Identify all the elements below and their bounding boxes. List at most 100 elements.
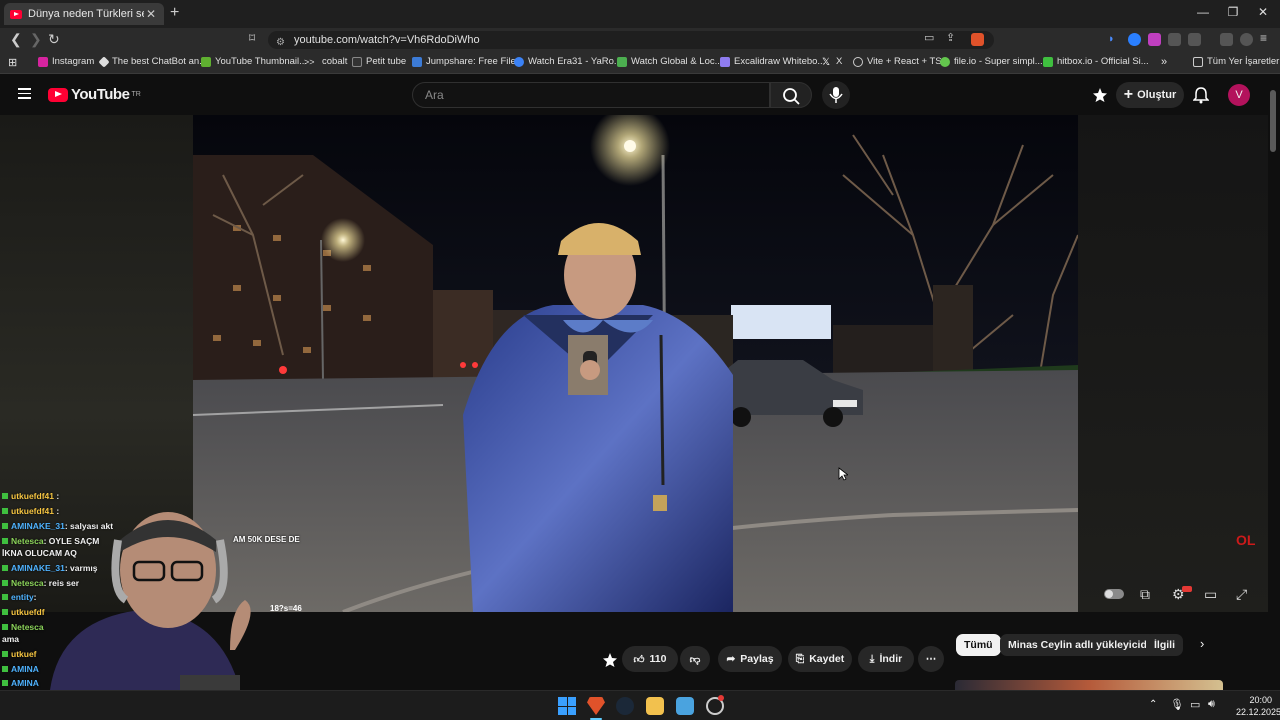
bookmark-item[interactable]: hitbox.io - Official Si... <box>1043 56 1149 67</box>
avatar[interactable]: V <box>1228 84 1250 106</box>
voice-search-button[interactable] <box>822 81 850 109</box>
restore-button[interactable]: ❐ <box>1218 5 1248 19</box>
bookmark-item[interactable]: The best ChatBot an... <box>98 55 207 68</box>
bookmark-item[interactable]: Jumpshare: Free File... <box>412 56 524 67</box>
bookmark-item[interactable]: Excalidraw Whitebo... <box>720 56 825 67</box>
wallet-icon[interactable] <box>1240 33 1253 46</box>
thumbs-up-icon: 👍︎ <box>633 653 645 666</box>
chat-message: Netesca <box>2 622 44 632</box>
extensions-puzzle-icon[interactable] <box>1168 33 1181 46</box>
dislike-button[interactable]: 👎︎ <box>680 646 710 672</box>
search-input[interactable]: Ara <box>412 82 770 108</box>
chips-next-icon[interactable]: › <box>1200 636 1204 651</box>
remote-desktop-icon[interactable] <box>676 697 694 715</box>
recording-dot <box>718 695 724 701</box>
more-dots-icon: ⋯ <box>925 653 937 665</box>
bookmark-item[interactable]: Watch Era31 - YaRo... <box>514 56 622 67</box>
microphone-icon <box>829 87 843 103</box>
windows-start-icon[interactable] <box>558 697 576 715</box>
youtube-play-logo-icon <box>48 87 68 102</box>
menu-icon[interactable]: ≡ <box>1260 31 1267 45</box>
tray-network-icon[interactable]: ▭ <box>1190 698 1200 711</box>
save-button[interactable]: ⎘ Kaydet <box>788 646 852 672</box>
extension-blue-icon[interactable] <box>1128 33 1141 46</box>
brave-browser-icon[interactable] <box>587 697 605 715</box>
share-button[interactable]: ➦ Paylaş <box>718 646 782 672</box>
share-icon[interactable]: ⇪ <box>946 31 955 44</box>
new-tab-button[interactable]: + <box>170 4 179 22</box>
fileio-icon <box>940 56 950 67</box>
brave-shield-icon[interactable] <box>971 33 984 46</box>
subtitles-icon[interactable]: ⧉ <box>1140 586 1150 603</box>
premium-icon[interactable] <box>1092 87 1108 103</box>
chat-message: İKNA OLUCAM AQ <box>2 548 77 558</box>
counter-text: 18?s=46 <box>270 604 302 613</box>
all-bookmarks[interactable]: Tüm Yer İşaretleri <box>1193 56 1280 67</box>
sidebar-icon[interactable] <box>1188 33 1201 46</box>
bookmark-item[interactable]: Watch Global & Loc... <box>617 56 723 67</box>
create-button[interactable]: + Oluştur <box>1116 82 1184 108</box>
back-icon[interactable]: ❮ <box>10 31 22 48</box>
chat-message: ama <box>2 634 20 644</box>
media-icon[interactable] <box>1220 33 1233 46</box>
tray-expand-icon[interactable]: ⌃ <box>1149 699 1157 710</box>
channel-watermark: OL <box>1236 532 1256 548</box>
search-button[interactable] <box>770 82 812 108</box>
bookmark-icon[interactable]: ⌑ <box>249 31 255 45</box>
chat-message: AMINAKE_31: salyası akt <box>2 521 113 531</box>
youtube-favicon-icon <box>10 9 22 19</box>
autoplay-toggle[interactable] <box>1104 589 1124 599</box>
chip-all[interactable]: Tümü <box>956 634 1001 656</box>
like-button[interactable]: 👍︎ 110 <box>622 646 678 672</box>
bookmark-item[interactable]: file.io - Super simpl... <box>940 56 1043 67</box>
tray-volume-icon[interactable]: 🔊︎ <box>1208 698 1215 711</box>
tab-close-icon[interactable]: ✕ <box>144 7 158 21</box>
search-icon <box>783 88 800 105</box>
chat-message: AMINAKE_31: varmış <box>2 563 97 573</box>
theater-mode-icon[interactable]: ▭ <box>1204 586 1217 603</box>
thumbs-down-icon: 👎︎ <box>689 653 701 666</box>
chip-uploader[interactable]: Minas Ceylin adlı yükleyiciden <box>1000 634 1168 656</box>
cast-icon[interactable]: ▭ <box>924 31 934 44</box>
browser-tab[interactable]: Dünya neden Türkleri sevmiyor? ✕ <box>4 3 164 25</box>
forward-icon[interactable]: ❯ <box>30 31 42 48</box>
hamburger-menu-icon[interactable] <box>18 88 31 102</box>
premium-star-icon[interactable] <box>602 652 618 668</box>
chat-message: utkuefdf41 : <box>2 491 59 501</box>
bookmark-item[interactable]: >> cobalt <box>304 56 347 67</box>
tray-microphone-icon[interactable]: 🎙︎ <box>1170 698 1184 711</box>
steam-icon[interactable] <box>616 697 634 715</box>
chat-message: AMINA <box>2 678 39 688</box>
plus-icon: + <box>1123 86 1134 103</box>
bookmark-item[interactable]: Petit tube <box>352 56 406 67</box>
page-scrollbar[interactable] <box>1270 90 1276 152</box>
taskbar-clock[interactable]: 20:00 22.12.2025 <box>1236 694 1280 718</box>
share-arrow-icon: ➦ <box>726 653 736 665</box>
bookmark-item[interactable]: Vite + React + TS <box>853 56 942 67</box>
recommended-thumbnail[interactable] <box>955 680 1223 690</box>
file-explorer-icon[interactable] <box>646 697 664 715</box>
bookmark-item[interactable]: 𝕏X <box>822 56 842 68</box>
more-actions-button[interactable]: ⋯ <box>918 646 944 672</box>
site-info-icon[interactable]: ⚙ <box>276 34 285 52</box>
chat-message: utkuef <box>2 649 37 659</box>
windows-taskbar: ⌃ 🎙︎ ▭ 🔊︎ 20:00 22.12.2025 <box>0 690 1280 720</box>
notifications-bell-icon[interactable] <box>1193 87 1209 104</box>
apps-grid-icon[interactable]: ⊞ <box>8 56 17 69</box>
chip-related[interactable]: İlgili <box>1146 634 1183 656</box>
extension-audio-icon[interactable]: ◗ <box>1108 33 1121 46</box>
minimize-button[interactable]: — <box>1188 5 1218 19</box>
bookmark-item[interactable]: YouTube Thumbnail... <box>201 56 307 67</box>
bookmark-item[interactable]: Instagram <box>38 56 94 67</box>
global-icon <box>617 56 627 67</box>
url-field[interactable]: ⚙ youtube.com/watch?v=Vh6RdoDiWho <box>268 31 994 49</box>
extension-purple-icon[interactable] <box>1148 33 1161 46</box>
download-button[interactable]: ⤓ İndir <box>858 646 914 672</box>
reload-icon[interactable]: ↻ <box>48 31 60 48</box>
hitbox-icon <box>1043 56 1053 67</box>
youtube-logo[interactable]: YouTube TR <box>48 86 141 103</box>
close-window-button[interactable]: ✕ <box>1248 5 1278 19</box>
mouse-cursor <box>838 467 850 481</box>
more-bookmarks-icon[interactable]: » <box>1161 56 1167 68</box>
fullscreen-icon[interactable]: ⤢ <box>1236 586 1247 603</box>
